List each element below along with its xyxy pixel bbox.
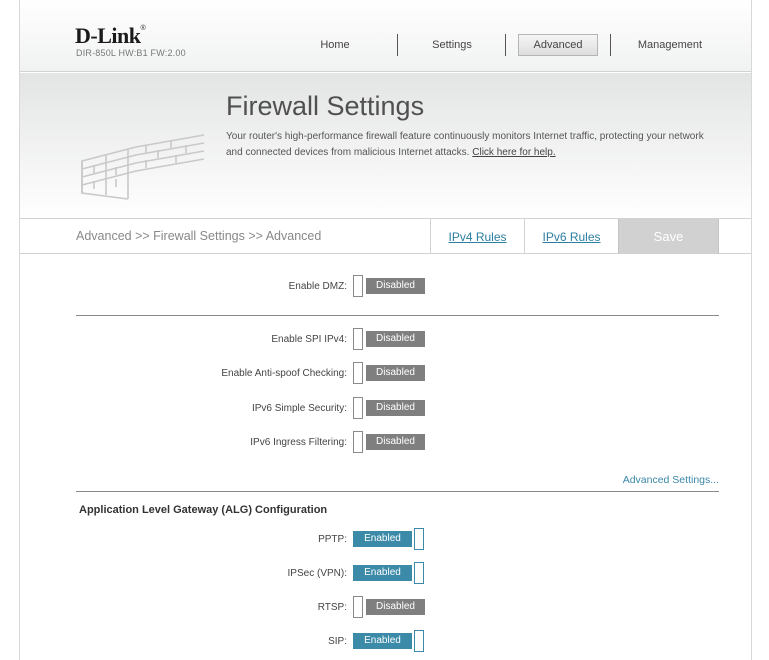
save-button[interactable]: Save: [618, 219, 719, 254]
nav-separator: [610, 34, 611, 56]
ipv6-ingress-filtering-label: IPv6 Ingress Filtering:: [250, 437, 347, 448]
toggle-state: Disabled: [366, 599, 425, 615]
ipv6-ingress-filtering-toggle[interactable]: Disabled: [353, 431, 425, 453]
toggle-state: Disabled: [366, 331, 425, 347]
sip-toggle[interactable]: Enabled: [353, 630, 425, 652]
help-link[interactable]: Click here for help.: [472, 147, 555, 158]
sip-label: SIP:: [328, 636, 347, 647]
toggle-knob: [353, 596, 363, 618]
sub-navigation: Advanced >> Firewall Settings >> Advance…: [20, 218, 751, 254]
page-title: Firewall Settings: [226, 91, 425, 121]
rtsp-toggle[interactable]: Disabled: [353, 596, 425, 618]
nav-separator: [505, 34, 506, 56]
top-header: D-Link® DIR-850L HW:B1 FW:2.00 Home Sett…: [20, 0, 751, 72]
brick-wall-icon: [76, 123, 206, 204]
nav-separator: [397, 34, 398, 56]
anti-spoof-label: Enable Anti-spoof Checking:: [221, 368, 347, 379]
toggle-knob: [353, 362, 363, 384]
page-banner: Firewall Settings Your router's high-per…: [20, 73, 751, 219]
nav-management[interactable]: Management: [620, 34, 720, 56]
enable-dmz-label: Enable DMZ:: [288, 281, 347, 292]
main-nav: Home Settings Advanced Management: [20, 34, 751, 56]
tab-ipv4-rules[interactable]: IPv4 Rules: [430, 219, 524, 254]
toggle-state: Disabled: [366, 400, 425, 416]
toggle-knob: [353, 397, 363, 419]
ipsec-vpn-toggle[interactable]: Enabled: [353, 562, 425, 584]
divider: [76, 315, 719, 316]
toggle-knob: [353, 328, 363, 350]
app-frame: D-Link® DIR-850L HW:B1 FW:2.00 Home Sett…: [19, 0, 752, 660]
pptp-label: PPTP:: [318, 534, 347, 545]
toggle-knob: [414, 630, 424, 652]
toggle-state: Disabled: [366, 365, 425, 381]
toggle-state: Disabled: [366, 434, 425, 450]
enable-dmz-toggle[interactable]: Disabled: [353, 275, 425, 297]
page-description: Your router's high-performance firewall …: [226, 131, 704, 158]
toggle-state: Enabled: [353, 531, 412, 547]
toggle-knob: [353, 275, 363, 297]
toggle-state: Disabled: [366, 278, 425, 294]
ipv6-simple-security-toggle[interactable]: Disabled: [353, 397, 425, 419]
nav-settings[interactable]: Settings: [412, 34, 492, 56]
divider: [76, 491, 719, 492]
rtsp-label: RTSP:: [317, 602, 347, 613]
spi-ipv4-toggle[interactable]: Disabled: [353, 328, 425, 350]
pptp-toggle[interactable]: Enabled: [353, 528, 425, 550]
tab-ipv6-rules[interactable]: IPv6 Rules: [524, 219, 618, 254]
toggle-knob: [414, 562, 424, 584]
nav-home[interactable]: Home: [290, 34, 380, 56]
ipsec-vpn-label: IPSec (VPN):: [287, 568, 347, 579]
nav-advanced[interactable]: Advanced: [518, 34, 598, 56]
breadcrumb: Advanced >> Firewall Settings >> Advance…: [76, 229, 322, 243]
toggle-knob: [414, 528, 424, 550]
alg-section-title: Application Level Gateway (ALG) Configur…: [79, 504, 328, 516]
toggle-state: Enabled: [353, 565, 412, 581]
toggle-knob: [353, 431, 363, 453]
anti-spoof-toggle[interactable]: Disabled: [353, 362, 425, 384]
spi-ipv4-label: Enable SPI IPv4:: [271, 334, 347, 345]
ipv6-simple-security-label: IPv6 Simple Security:: [251, 403, 347, 414]
advanced-settings-link[interactable]: Advanced Settings...: [623, 474, 719, 486]
toggle-state: Enabled: [353, 633, 412, 649]
